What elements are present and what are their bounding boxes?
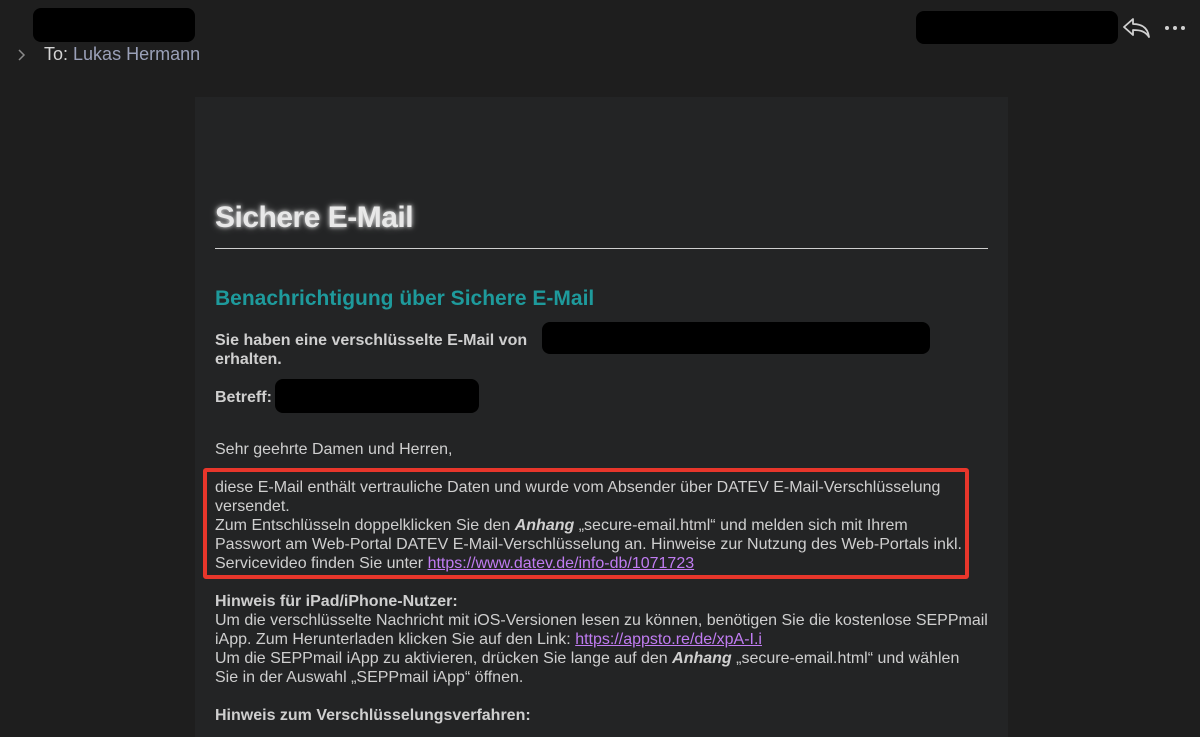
more-icon[interactable] [1163,16,1187,40]
subject-redacted [275,379,479,413]
received-line-2: erhalten. [215,351,282,368]
datev-info-link[interactable]: https://www.datev.de/info-db/1071723 [428,555,695,572]
notification-heading: Benachrichtigung über Sichere E-Mail [215,287,595,310]
chevron-right-icon[interactable] [16,46,28,64]
subject-label: Betreff: [215,389,272,406]
ipad-line-1: Um die verschlüsselte Nachricht mit iOS-… [215,612,988,629]
ipad-heading: Hinweis für iPad/iPhone-Nutzer: [215,593,458,610]
body-line-4: Passwort am Web-Portal DATEV E-Mail-Vers… [215,536,962,553]
body-line-5: Servicevideo finden Sie unter https://ww… [215,554,694,573]
body-line-2: versendet. [215,498,290,515]
divider [215,248,988,249]
ipad-line-2-text: iApp. Zum Herunterladen klicken Sie auf … [215,631,576,648]
ipad-line-3-text-a: Um die SEPPmail iApp zu aktivieren, drüc… [215,650,673,667]
email-title: Sichere E-Mail [215,201,414,234]
encryption-heading: Hinweis zum Verschlüsselungsverfahren: [215,707,531,724]
ipad-line-3: Um die SEPPmail iApp zu aktivieren, drüc… [215,649,959,668]
date-redacted [916,11,1118,44]
received-line-1: Sie haben eine verschlüsselte E-Mail von [215,332,528,349]
recipient-line: To: Lukas Hermann [44,44,200,65]
sender-address-redacted [542,322,930,354]
body-line-3-text-a: Zum Entschlüsseln doppelklicken Sie den [215,517,515,534]
email-body: Sichere E-Mail Benachrichtigung über Sic… [195,97,1008,737]
sender-name-redacted [33,8,195,42]
to-label: To: [44,44,69,64]
recipient-name[interactable]: Lukas Hermann [73,44,200,64]
body-line-5-text: Servicevideo finden Sie unter [215,555,428,572]
body-line-3-text-b: „secure-email.html“ und melden sich mit … [574,517,908,534]
appstore-link[interactable]: https://appsto.re/de/xpA-I.i [575,631,762,648]
ipad-line-2: iApp. Zum Herunterladen klicken Sie auf … [215,630,762,649]
body-line-3: Zum Entschlüsseln doppelklicken Sie den … [215,516,908,535]
attachment-word-2: Anhang [672,650,732,667]
ipad-line-3-text-b: „secure-email.html“ und wählen [731,650,960,667]
greeting: Sehr geehrte Damen und Herren, [215,441,453,458]
attachment-word: Anhang [514,517,575,534]
ipad-line-4: Sie in der Auswahl „SEPPmail iApp“ öffne… [215,669,524,686]
reply-icon[interactable] [1121,16,1151,40]
body-line-1: diese E-Mail enthält vertrauliche Daten … [215,479,941,496]
